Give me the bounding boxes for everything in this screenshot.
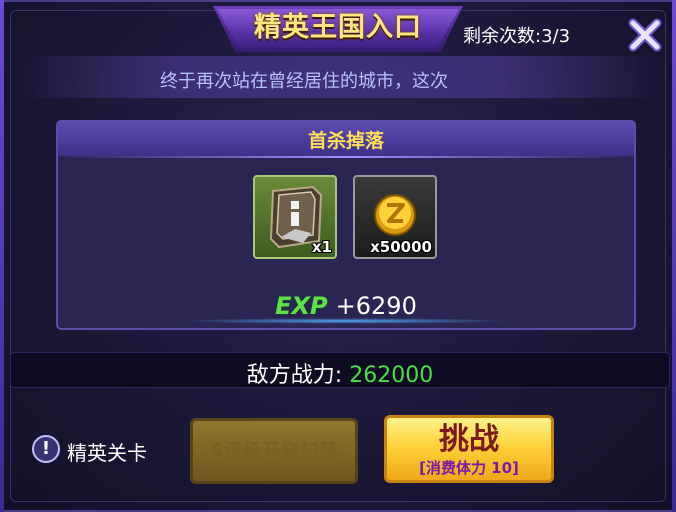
remaining-attempts: 剩余次数:3/3 — [463, 26, 571, 47]
exp-value: +6290 — [335, 292, 417, 320]
left-edge-glow — [0, 0, 4, 512]
elite-stage-label: 精英关卡 — [67, 441, 147, 465]
reward-header-divider — [58, 156, 634, 158]
title-tab: 精英王国入口 — [213, 6, 463, 52]
challenge-button[interactable]: 挑战 [消费体力 10] — [384, 415, 554, 483]
reward-item-gold[interactable]: x50000 — [353, 175, 437, 259]
reward-title: 首杀掉落 — [307, 130, 384, 152]
close-icon[interactable] — [626, 16, 664, 54]
exp-label: EXP — [275, 292, 328, 320]
challenge-cost: [消费体力 10] — [419, 459, 519, 477]
reward-count: x1 — [311, 238, 332, 256]
exp-glow — [180, 318, 510, 324]
exp-reward: EXP +6290 — [56, 292, 636, 320]
close-button[interactable] — [626, 16, 664, 54]
stage-description: 终于再次站在曾经居住的城市，这次 — [160, 71, 448, 92]
right-edge-glow — [672, 0, 676, 512]
challenge-label: 挑战 — [439, 422, 499, 457]
reward-count: x50000 — [370, 238, 432, 256]
enemy-power-label: 敌方战力: — [246, 363, 343, 388]
sweep-button[interactable]: S评级开启扫荡 — [190, 418, 358, 484]
dialog-title: 精英王国入口 — [254, 12, 422, 43]
enemy-power: 敌方战力: 262000 — [10, 357, 670, 389]
info-icon[interactable]: ! — [32, 435, 60, 463]
enemy-power-value: 262000 — [349, 363, 434, 388]
reward-item-card-pack[interactable]: x1 — [253, 175, 337, 259]
